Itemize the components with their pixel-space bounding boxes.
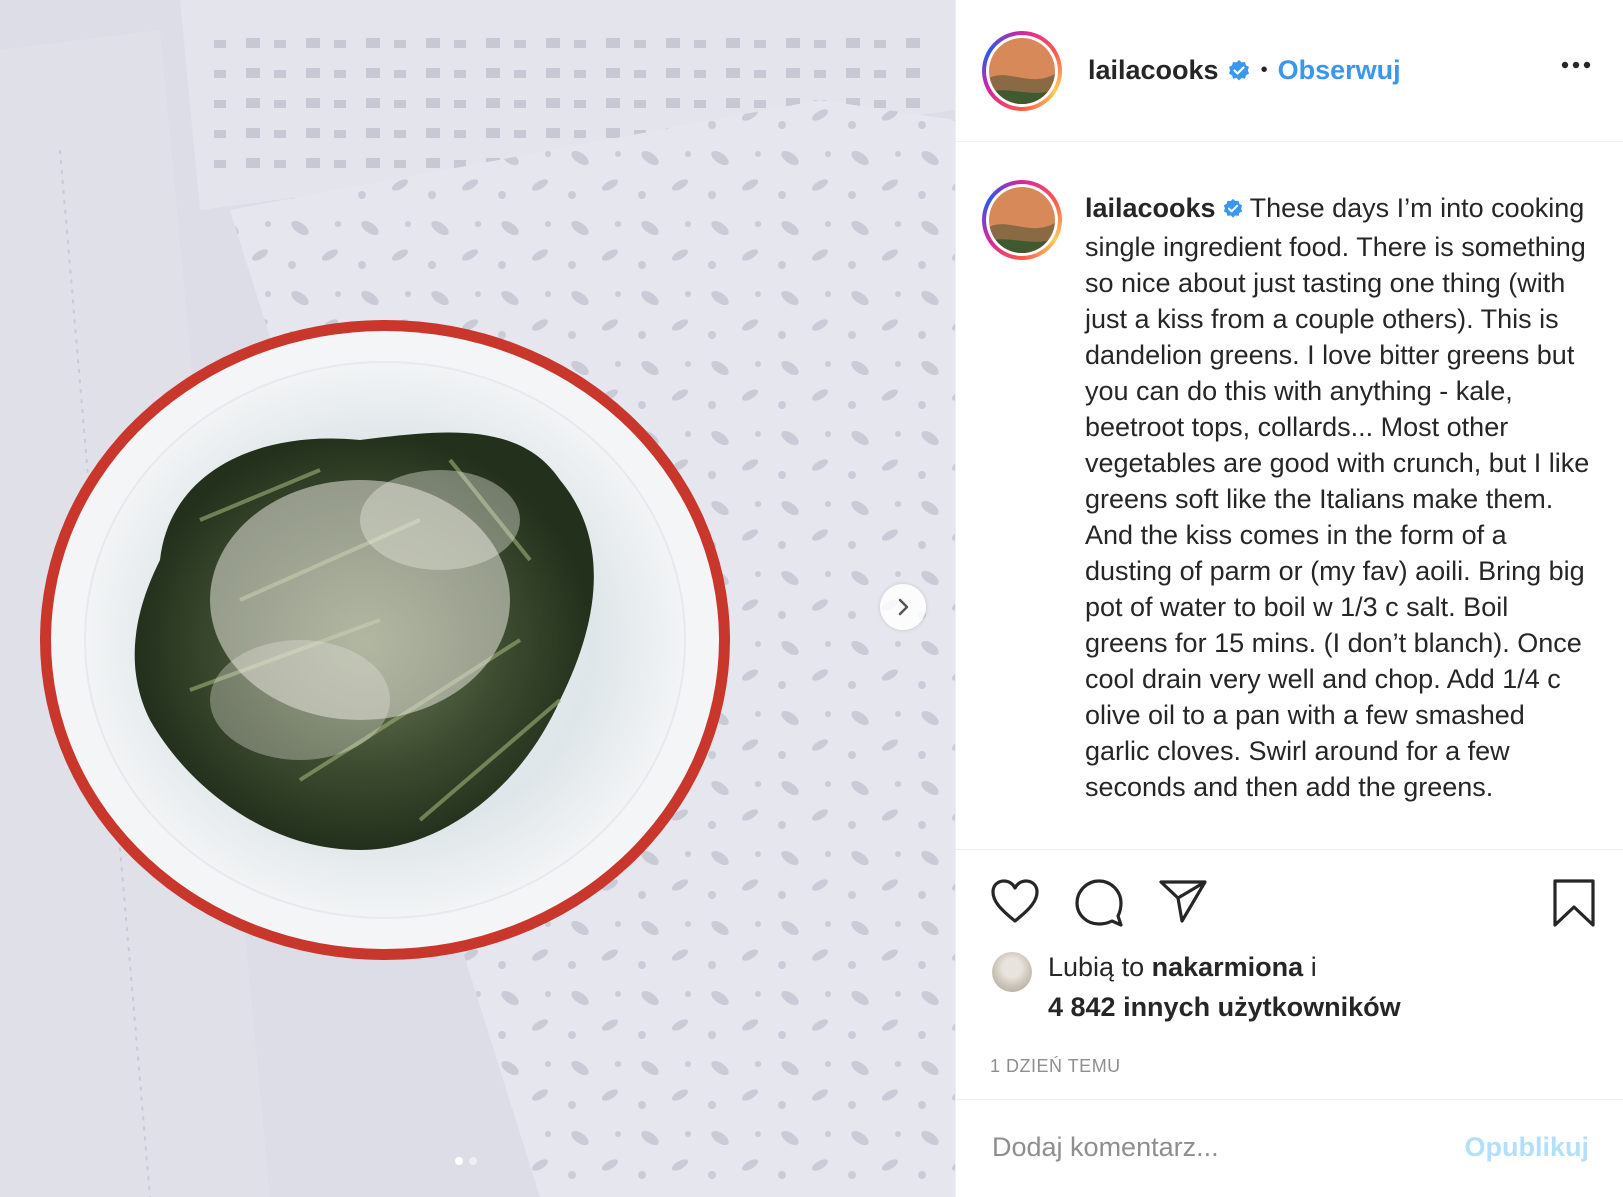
verified-badge-icon xyxy=(1222,193,1244,229)
carousel-next-button[interactable] xyxy=(880,584,926,630)
likes-count[interactable]: 4 842 innych użytkowników xyxy=(1048,992,1401,1023)
avatar-image xyxy=(989,37,1055,104)
header-separator: • xyxy=(1260,59,1268,81)
share-icon[interactable] xyxy=(1158,878,1208,929)
post-photo[interactable] xyxy=(0,0,955,1197)
comment-icon[interactable] xyxy=(1074,878,1124,933)
publish-button[interactable]: Opublikuj xyxy=(1465,1132,1590,1163)
chevron-right-icon xyxy=(898,598,909,616)
carousel-dot-active xyxy=(455,1157,463,1165)
carousel-dot xyxy=(469,1157,477,1165)
liked-by-username[interactable]: nakarmiona xyxy=(1152,952,1304,982)
likes-line: Lubią to nakarmiona i xyxy=(1048,952,1317,982)
caption-text: lailacooks These days I’m into cooking si… xyxy=(1085,190,1595,805)
post-header: lailacooks • Obserwuj xyxy=(956,0,1623,142)
caption-body: These days I’m into cooking single ingre… xyxy=(1085,193,1590,802)
instagram-post: lailacooks • Obserwuj lailacooks These d… xyxy=(0,0,1623,1197)
follow-button[interactable]: Obserwuj xyxy=(1278,55,1401,86)
post-side-panel: lailacooks • Obserwuj lailacooks These d… xyxy=(955,0,1623,1197)
post-timestamp-row: 1 DZIEŃ TEMU xyxy=(956,1048,1623,1100)
avatar[interactable] xyxy=(982,30,1062,111)
bookmark-icon[interactable] xyxy=(1552,878,1596,933)
add-comment-section: Opublikuj xyxy=(956,1100,1623,1195)
verified-badge-icon xyxy=(1227,59,1251,83)
carousel-indicator xyxy=(455,1157,477,1165)
caption-section: lailacooks These days I’m into cooking si… xyxy=(956,142,1623,850)
photo-scene xyxy=(0,0,955,1197)
more-horizontal-icon[interactable] xyxy=(1561,56,1591,74)
post-actions xyxy=(956,850,1623,948)
likes-section: Lubią to nakarmiona i 4 842 innych użytk… xyxy=(956,948,1623,1048)
header-username[interactable]: lailacooks xyxy=(1088,55,1219,86)
comment-input[interactable] xyxy=(990,1126,1434,1168)
caption-username[interactable]: lailacooks xyxy=(1085,193,1216,223)
heart-icon[interactable] xyxy=(990,878,1040,929)
liker-avatar[interactable] xyxy=(992,952,1032,992)
caption-avatar[interactable] xyxy=(982,180,1062,260)
avatar-image xyxy=(989,187,1055,253)
post-timestamp[interactable]: 1 DZIEŃ TEMU xyxy=(990,1056,1121,1077)
